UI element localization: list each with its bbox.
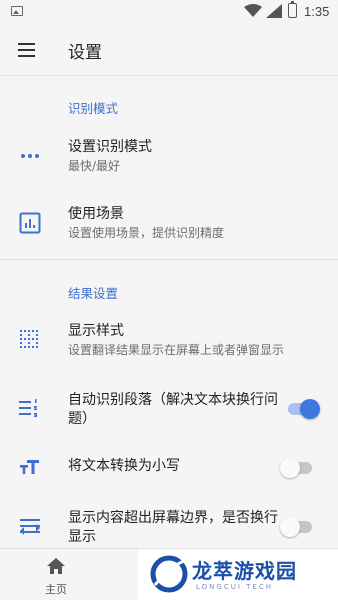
status-bar: 1:35: [0, 0, 338, 24]
insert-chart-icon: [16, 209, 44, 237]
section-header-results: 结果设置: [68, 286, 119, 301]
wrap-text-icon: [16, 512, 44, 540]
page-title: 设置: [68, 43, 102, 63]
setting-subtitle: 设置翻译结果显示在屏幕上或者弹窗显示: [68, 343, 285, 357]
more-horiz-icon: [16, 142, 44, 170]
status-time: 1:35: [304, 4, 330, 19]
nav-home[interactable]: 主页: [26, 557, 86, 597]
section-divider: [0, 259, 338, 260]
watermark-text: 龙萃游戏园: [192, 559, 297, 583]
menu-icon[interactable]: [10, 34, 42, 66]
app-bar: 设置: [0, 24, 338, 76]
setting-usage-scene[interactable]: 使用场景 设置使用场景，提供识别精度: [0, 195, 338, 255]
setting-lowercase[interactable]: 将文本转换为小写: [0, 447, 338, 487]
setting-title: 设置识别模式: [68, 139, 152, 155]
watermark: 龙萃游戏园 LONGCUI TECH: [138, 549, 338, 600]
setting-title: 自动识别段落（解决文本块换行问题）: [68, 392, 278, 427]
setting-title: 使用场景: [68, 206, 124, 222]
format-list-numbered-icon: [16, 394, 44, 422]
text-size-icon: [16, 453, 44, 481]
watermark-logo: [150, 555, 188, 593]
watermark-subtext: LONGCUI TECH: [196, 583, 273, 591]
setting-recognition-mode[interactable]: 设置识别模式 最快/最好: [0, 128, 338, 188]
setting-subtitle: 设置使用场景，提供识别精度: [68, 226, 225, 240]
dotted-grid-icon: [16, 326, 44, 354]
setting-subtitle: 最快/最好: [68, 159, 121, 173]
setting-auto-paragraph[interactable]: 自动识别段落（解决文本块换行问题）: [0, 382, 338, 438]
setting-title: 显示内容超出屏幕边界，是否换行显示: [68, 510, 278, 545]
auto-paragraph-switch[interactable]: [286, 399, 320, 419]
setting-title: 将文本转换为小写: [68, 458, 180, 474]
wrap-text-switch[interactable]: [280, 517, 314, 537]
signal-icon: [266, 4, 282, 18]
wifi-icon: [244, 4, 262, 17]
nav-home-label: 主页: [45, 583, 67, 596]
battery-icon: [288, 1, 297, 18]
image-notification-icon: [11, 6, 23, 16]
setting-title: 显示样式: [68, 323, 124, 339]
app-bar-divider: [0, 75, 338, 76]
setting-display-style[interactable]: 显示样式 设置翻译结果显示在屏幕上或者弹窗显示: [0, 312, 338, 372]
lowercase-switch[interactable]: [280, 458, 314, 478]
home-icon: [47, 558, 65, 574]
setting-wrap-text[interactable]: 显示内容超出屏幕边界，是否换行显示: [0, 504, 338, 548]
section-header-recognition: 识别模式: [68, 101, 119, 116]
